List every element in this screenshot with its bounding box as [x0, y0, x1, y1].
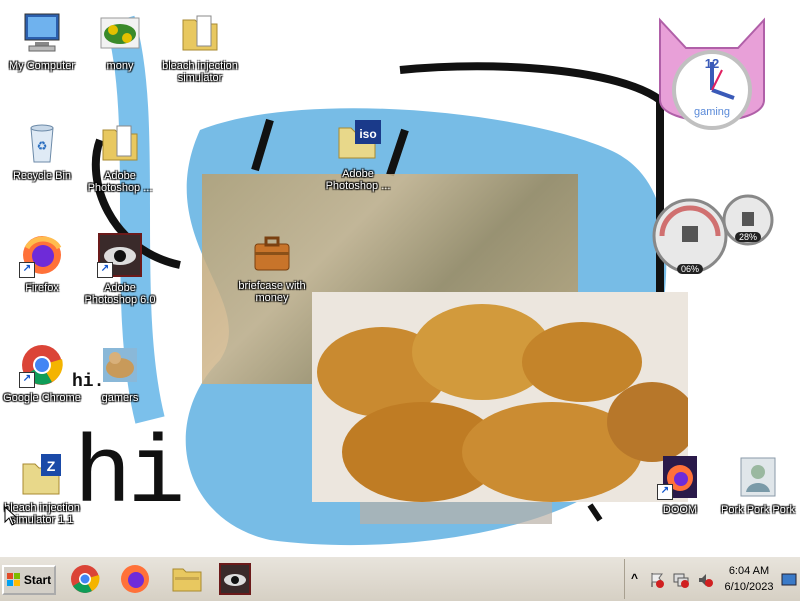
money-icon — [97, 10, 143, 56]
photoshop-eye-icon — [219, 563, 251, 595]
iso-file-icon: iso — [335, 118, 381, 164]
icon-label: Firefox — [25, 282, 59, 294]
desktop-icon-adobe-photoshop-6[interactable]: ↗ Adobe Photoshop 6.0 — [78, 232, 162, 306]
show-desktop-icon[interactable] — [781, 573, 797, 587]
icon-label: Adobe Photoshop 6.0 — [84, 282, 156, 306]
zip-file-icon: Z — [19, 452, 65, 498]
desktop-icon-my-computer[interactable]: My Computer — [0, 10, 84, 72]
photo-strip — [360, 502, 552, 524]
icon-label: Adobe Photoshop ... — [325, 168, 391, 192]
gamers-icon — [97, 342, 143, 388]
memory-percent: 28% — [735, 232, 761, 242]
chicken-nuggets-photo — [312, 292, 688, 502]
folder-icon — [97, 120, 143, 166]
computer-icon — [19, 10, 65, 56]
icon-label: Recycle Bin — [12, 170, 72, 182]
svg-text:Z: Z — [47, 458, 56, 474]
chrome-icon: ↗ — [19, 342, 65, 388]
clock-date: 6/10/2023 — [724, 581, 774, 593]
shortcut-arrow-icon: ↗ — [19, 262, 35, 278]
firefox-icon: ↗ — [19, 232, 65, 278]
cpu-percent: 06% — [677, 264, 703, 274]
start-button[interactable]: Start — [2, 565, 56, 595]
taskbar-chrome-button[interactable] — [68, 563, 102, 595]
desktop-icon-briefcase-with-money[interactable]: briefcase with money — [230, 230, 314, 304]
desktop-icon-firefox[interactable]: ↗ Firefox — [0, 232, 84, 294]
icon-label: Google Chrome — [3, 392, 81, 404]
icon-label: bleach injection simulator — [162, 60, 238, 84]
desktop-icon-pork-pork-pork[interactable]: Pork Pork Pork — [716, 454, 800, 516]
desktop: hi hi. My Computer mony bleach injection… — [0, 0, 800, 556]
svg-text:iso: iso — [359, 127, 376, 141]
svg-text:♻: ♻ — [37, 139, 48, 153]
volume-muted-icon[interactable] — [697, 572, 713, 588]
folder-icon — [172, 568, 202, 592]
cpu-meter-gadget[interactable]: 06% 28% — [650, 190, 776, 280]
clock-gadget[interactable]: 12 gaming — [652, 10, 772, 134]
system-tray: ^ 6:04 AM 6/10/2023 — [624, 559, 800, 599]
clock-label: gaming — [693, 106, 731, 118]
mouse-cursor-icon — [4, 506, 18, 526]
recycle-bin-icon: ♻ — [19, 120, 65, 166]
windows-logo-icon — [6, 573, 20, 586]
desktop-icon-adobe-photoshop-iso[interactable]: iso Adobe Photoshop ... — [316, 118, 400, 192]
desktop-icon-mony[interactable]: mony — [78, 10, 162, 72]
desktop-icon-bleach-injection-simulator[interactable]: bleach injection simulator — [158, 10, 242, 84]
icon-label: mony — [106, 60, 134, 72]
action-center-flag-icon[interactable] — [649, 572, 665, 588]
taskbar-firefox-button[interactable] — [118, 563, 152, 595]
clock-hour-text: 12 — [704, 56, 720, 71]
clock-time: 6:04 AM — [728, 565, 770, 577]
shortcut-arrow-icon: ↗ — [657, 484, 673, 500]
desktop-icon-doom[interactable]: ↗ DOOM — [638, 454, 722, 516]
icon-label: Pork Pork Pork — [721, 504, 795, 516]
desktop-icon-google-chrome[interactable]: ↗ Google Chrome — [0, 342, 84, 404]
photoshop-eye-icon: ↗ — [97, 232, 143, 278]
icon-label: gamers — [101, 392, 139, 404]
icon-label: briefcase with money — [238, 280, 306, 304]
folder-icon — [177, 10, 223, 56]
icon-label: DOOM — [662, 504, 698, 516]
doom-firefox-icon: ↗ — [657, 454, 703, 500]
tray-expand-button[interactable]: ^ — [631, 571, 638, 585]
taskbar-photoshop-button[interactable] — [218, 563, 252, 595]
desktop-icon-recycle-bin[interactable]: ♻ Recycle Bin — [0, 120, 84, 182]
hi-scribble-large: hi — [74, 421, 185, 530]
start-label: Start — [23, 573, 52, 587]
icon-label: Adobe Photoshop ... — [87, 170, 153, 194]
contact-icon — [735, 454, 781, 500]
desktop-icon-gamers[interactable]: gamers — [78, 342, 162, 404]
icon-label: My Computer — [8, 60, 76, 72]
taskbar-explorer-button[interactable] — [170, 563, 204, 595]
desktop-icon-adobe-photoshop-folder[interactable]: Adobe Photoshop ... — [78, 120, 162, 194]
shortcut-arrow-icon: ↗ — [19, 372, 35, 388]
shortcut-arrow-icon: ↗ — [97, 262, 113, 278]
chrome-icon — [71, 565, 100, 593]
firefox-icon — [121, 565, 149, 593]
taskbar-clock[interactable]: 6:04 AM 6/10/2023 — [721, 563, 777, 595]
briefcase-icon — [249, 230, 295, 276]
taskbar: Start ^ 6:04 AM 6/10/2023 — [0, 556, 800, 601]
network-disconnected-icon[interactable] — [673, 572, 689, 588]
